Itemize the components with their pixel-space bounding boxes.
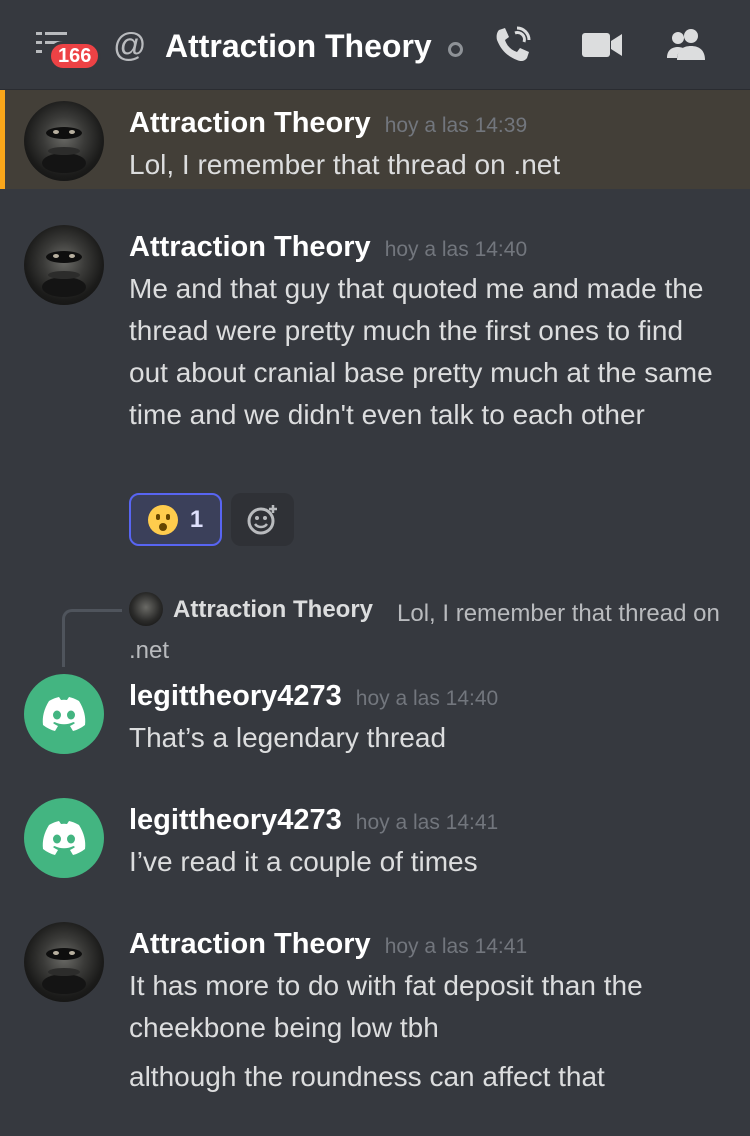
avatar[interactable] (24, 922, 104, 1002)
author-name[interactable]: legittheory4273 (129, 680, 342, 712)
reaction-hushed-face[interactable]: 1 (129, 493, 222, 546)
message-text: It has more to do with fat deposit than … (129, 970, 643, 1043)
avatar[interactable] (24, 101, 104, 181)
hushed-face-icon (147, 504, 178, 535)
channel-title[interactable]: Attraction Theory (165, 27, 433, 65)
discord-logo-icon (42, 697, 86, 731)
channel-header: 166 @ Attraction Theory (0, 0, 750, 90)
add-reaction-icon (247, 504, 277, 534)
message-item[interactable]: Attraction Theory hoy a las 14:40 Me and … (0, 214, 750, 554)
message-timestamp: hoy a las 14:40 (355, 687, 499, 710)
message-timestamp: hoy a las 14:41 (384, 935, 528, 958)
message-list[interactable]: Attraction Theory hoy a las 14:39 Lol, I … (0, 90, 750, 1136)
author-name[interactable]: Attraction Theory (129, 231, 371, 263)
message-text: I’ve read it a couple of times (129, 846, 478, 877)
add-reaction-button[interactable] (231, 493, 294, 546)
message-author[interactable]: legittheory4273 hoy a las 14:40 (129, 679, 498, 716)
message-author[interactable]: legittheory4273 hoy a las 14:41 (129, 803, 498, 840)
unread-badge: 166 (48, 41, 102, 71)
message-timestamp: hoy a las 14:40 (384, 238, 528, 261)
message-timestamp: hoy a las 14:41 (355, 811, 499, 834)
reaction-count: 1 (189, 505, 204, 533)
status-dot-icon (448, 42, 463, 57)
members-icon[interactable] (665, 24, 711, 66)
avatar[interactable] (24, 674, 104, 754)
message-item[interactable]: legittheory4273 hoy a las 14:40 That’s a … (0, 672, 750, 772)
reply-preview[interactable]: Lol, I remember that thread on .net (129, 595, 729, 669)
message-author[interactable]: Attraction Theory hoy a las 14:39 (129, 106, 527, 143)
message-item[interactable]: legittheory4273 hoy a las 14:41 I’ve read… (0, 796, 750, 896)
author-name[interactable]: legittheory4273 (129, 804, 342, 836)
at-icon: @ (113, 26, 147, 63)
discord-logo-icon (42, 821, 86, 855)
message-item[interactable]: Attraction Theory hoy a las 14:41 It has … (0, 920, 750, 1136)
voice-call-icon[interactable] (491, 24, 537, 66)
avatar[interactable] (24, 225, 104, 305)
message-text: Lol, I remember that thread on .net (129, 149, 561, 180)
video-call-icon[interactable] (580, 24, 626, 66)
message-author[interactable]: Attraction Theory hoy a las 14:41 (129, 927, 527, 964)
message-author[interactable]: Attraction Theory hoy a las 14:40 (129, 230, 527, 267)
message-followup-text: although the roundness can affect that (129, 1061, 605, 1092)
message-item[interactable]: Attraction Theory hoy a las 14:39 Lol, I … (0, 90, 750, 189)
reply-connector (62, 609, 122, 667)
author-name[interactable]: Attraction Theory (129, 107, 371, 139)
message-text: That’s a legendary thread (129, 722, 447, 753)
message-timestamp: hoy a las 14:39 (384, 114, 528, 137)
avatar[interactable] (24, 798, 104, 878)
author-name[interactable]: Attraction Theory (129, 928, 371, 960)
message-text: Me and that guy that quoted me and made … (129, 273, 713, 430)
